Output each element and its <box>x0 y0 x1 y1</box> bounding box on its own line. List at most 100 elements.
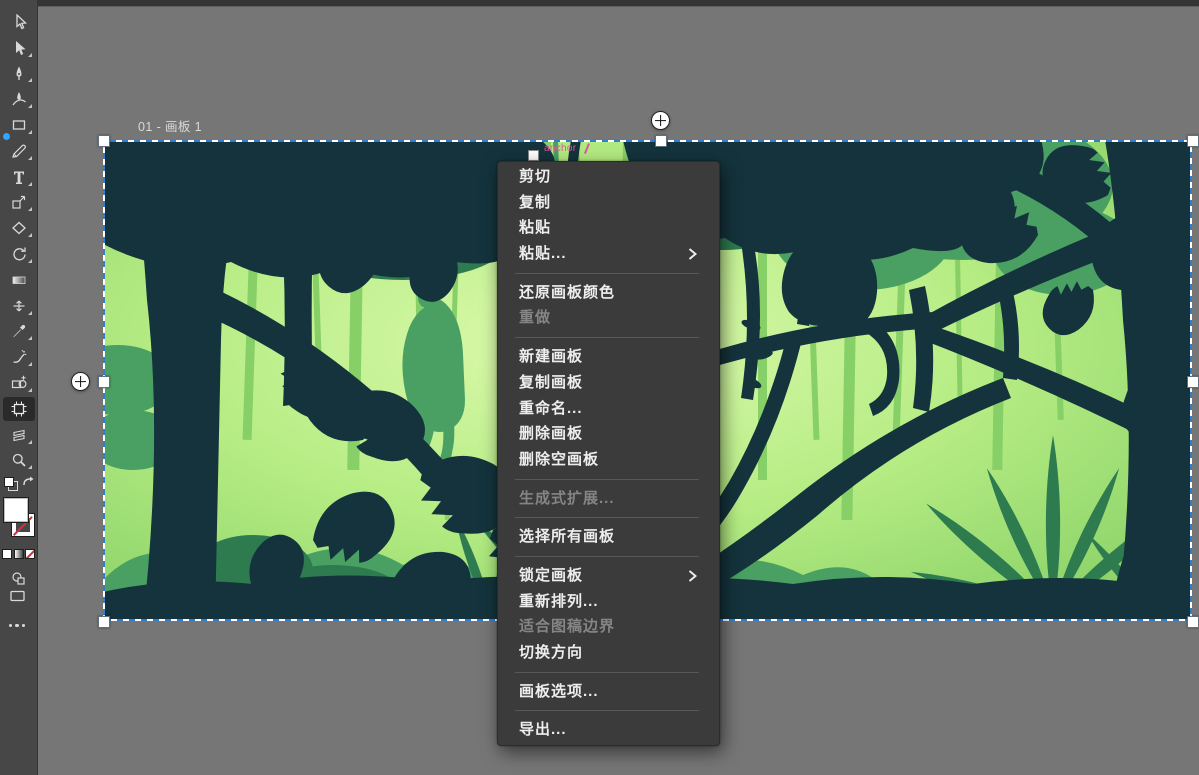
illustrator-window: { "colors": { "canvas_bg": "#767676", "t… <box>0 0 1199 775</box>
flyout-tick-icon <box>28 336 32 340</box>
menu-item[interactable]: 重新排列... <box>498 589 719 615</box>
menu-separator <box>515 556 699 557</box>
flyout-tick-icon <box>28 182 32 186</box>
handle-middle-left[interactable] <box>98 376 110 388</box>
gradient-icon <box>11 272 27 288</box>
menu-item[interactable]: 粘贴 <box>498 215 719 241</box>
flyout-tick-icon <box>28 362 32 366</box>
flyout-tick-icon <box>28 130 32 134</box>
handle-bottom-right[interactable] <box>1187 616 1199 628</box>
artboard-icon <box>11 401 27 417</box>
menu-item[interactable]: 重命名... <box>498 396 719 422</box>
menu-item[interactable]: 复制画板 <box>498 370 719 396</box>
menu-item[interactable]: 还原画板颜色 <box>498 280 719 306</box>
rectangle-icon <box>11 117 27 133</box>
pencil-tool[interactable] <box>0 138 38 164</box>
pencil-icon <box>11 143 27 159</box>
menu-item[interactable]: 锁定画板 <box>498 563 719 589</box>
zoom-icon <box>11 452 27 468</box>
free-transform-tool[interactable] <box>0 190 38 216</box>
symbol-sprayer-icon <box>11 349 27 365</box>
anchor-label: anchor <box>544 143 576 154</box>
eraser-tool[interactable] <box>0 215 38 241</box>
symbol-sprayer-tool[interactable] <box>0 344 38 370</box>
direct-selection-tool[interactable] <box>0 9 38 35</box>
default-fill-stroke-button[interactable] <box>4 477 18 491</box>
eyedropper-icon <box>11 323 27 339</box>
crosshair-plus-icon <box>71 372 90 391</box>
window-top-strip <box>0 0 1199 7</box>
slice-icon <box>11 427 27 443</box>
menu-item[interactable]: 删除空画板 <box>498 447 719 473</box>
menu-separator <box>515 273 699 274</box>
default-fill-square <box>4 477 14 487</box>
slice-tool[interactable] <box>0 422 38 448</box>
menu-item[interactable]: 选择所有画板 <box>498 524 719 550</box>
handle-middle-right[interactable] <box>1187 376 1199 388</box>
flyout-tick-icon <box>28 78 32 82</box>
eraser-icon <box>11 220 27 236</box>
flyout-tick-icon <box>28 259 32 263</box>
curvature-icon <box>11 91 27 107</box>
artboard-tool[interactable] <box>0 396 38 422</box>
eyedropper-tool[interactable] <box>0 319 38 345</box>
menu-separator <box>515 479 699 480</box>
screen-mode-icon <box>9 588 27 604</box>
handle-top-right[interactable] <box>1187 135 1199 147</box>
edit-toolbar-button[interactable] <box>9 624 29 628</box>
flyout-tick-icon <box>28 311 32 315</box>
flyout-tick-icon <box>28 207 32 211</box>
pen-tool[interactable] <box>0 61 38 87</box>
menu-item[interactable]: 粘贴... <box>498 241 719 267</box>
flyout-tick-icon <box>28 53 32 57</box>
gradient-tool[interactable] <box>0 267 38 293</box>
rotate-view-tool[interactable] <box>0 241 38 267</box>
zoom-tool[interactable] <box>0 448 38 474</box>
curvature-tool[interactable] <box>0 86 38 112</box>
flyout-tick-icon <box>28 465 32 469</box>
width-tool[interactable] <box>0 293 38 319</box>
shape-builder-icon <box>11 375 27 391</box>
type-tool[interactable] <box>0 164 38 190</box>
new-feature-dot <box>3 133 10 140</box>
pen-icon <box>11 65 27 81</box>
menu-item[interactable]: 画板选项... <box>498 679 719 705</box>
fill-color-swatch[interactable] <box>3 497 29 523</box>
menu-separator <box>515 672 699 673</box>
flyout-tick-icon <box>28 233 32 237</box>
menu-item[interactable]: 新建画板 <box>498 344 719 370</box>
anchor-point-handle[interactable] <box>528 150 539 161</box>
swap-arrow-icon <box>22 476 35 489</box>
shape-builder-tool[interactable] <box>0 370 38 396</box>
handle-top-left[interactable] <box>98 135 110 147</box>
gradient-button[interactable] <box>14 549 24 559</box>
color-button[interactable] <box>2 549 12 559</box>
none-button[interactable] <box>25 549 35 559</box>
menu-item[interactable]: 删除画板 <box>498 421 719 447</box>
menu-item[interactable]: 复制 <box>498 190 719 216</box>
tool-list <box>0 9 37 473</box>
handle-bottom-left[interactable] <box>98 616 110 628</box>
flyout-tick-icon <box>28 156 32 160</box>
selection-icon <box>11 40 27 56</box>
swap-fill-stroke-button[interactable] <box>22 476 35 494</box>
screen-mode-button[interactable] <box>9 588 27 609</box>
width-icon <box>11 298 27 314</box>
drawing-mode-icon <box>10 570 26 586</box>
rotate-view-icon <box>11 246 27 262</box>
menu-separator <box>515 337 699 338</box>
menu-item: 生成式扩展... <box>498 486 719 512</box>
menu-item[interactable]: 导出... <box>498 717 719 743</box>
selection-tool[interactable] <box>0 35 38 61</box>
type-icon <box>11 169 27 185</box>
submenu-arrow-icon <box>688 569 697 583</box>
artboard-title[interactable]: 01 - 画板 1 <box>138 116 202 135</box>
tools-panel <box>0 0 38 775</box>
menu-separator <box>515 517 699 518</box>
flyout-tick-icon <box>28 440 32 444</box>
menu-item[interactable]: 切换方向 <box>498 640 719 666</box>
paint-style-row <box>0 549 38 560</box>
handle-top-center[interactable] <box>655 135 667 147</box>
menu-item[interactable]: 剪切 <box>498 164 719 190</box>
context-menu: 剪切复制粘贴粘贴...还原画板颜色重做新建画板复制画板重命名...删除画板删除空… <box>497 161 720 746</box>
